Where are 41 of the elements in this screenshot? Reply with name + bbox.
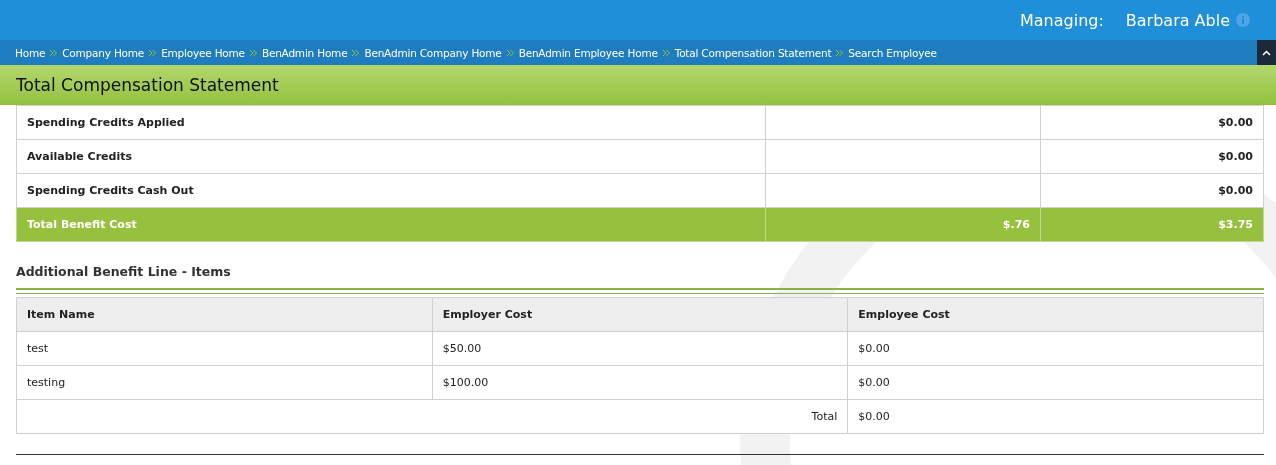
breadcrumb-link[interactable]: Home xyxy=(15,46,46,59)
separator-icon xyxy=(836,49,844,56)
column-header: Employer Cost xyxy=(432,297,848,332)
table-cell: Spending Credits Cash Out xyxy=(16,173,766,208)
table-cell: test xyxy=(16,331,433,366)
table-cell: Total Benefit Cost xyxy=(16,207,766,242)
table-cell: $0.00 xyxy=(847,365,1264,400)
managed-name: Barbara Able xyxy=(1125,10,1230,30)
table-cell: Spending Credits Applied xyxy=(16,105,766,140)
breadcrumb-link[interactable]: Employee Home xyxy=(161,46,245,59)
table-cell: $0.00 xyxy=(847,331,1264,366)
table-cell: $0.00 xyxy=(1040,139,1264,174)
breadcrumb-link[interactable]: Total Compensation Statement xyxy=(674,46,832,59)
caret-up-icon xyxy=(1262,49,1271,56)
breadcrumb-link[interactable]: Search Employee xyxy=(848,46,937,59)
table-cell: $.76 xyxy=(765,207,1041,242)
separator-icon xyxy=(249,49,257,56)
table-cell: $0.00 xyxy=(1040,173,1264,208)
separator-icon xyxy=(506,49,514,56)
table-cell: Total xyxy=(16,399,848,434)
breadcrumb-link[interactable]: BenAdmin Employee Home xyxy=(518,46,658,59)
column-header: Employee Cost xyxy=(847,297,1264,332)
table-cell: $100.00 xyxy=(432,365,848,400)
breadcrumb-link[interactable]: Company Home xyxy=(62,46,145,59)
separator-icon xyxy=(352,49,360,56)
table-cell: $0.00 xyxy=(1040,105,1264,140)
breadcrumb-link[interactable]: BenAdmin Home xyxy=(261,46,348,59)
page-title: Total Compensation Statement xyxy=(16,75,279,95)
table-cell: $3.75 xyxy=(1040,207,1264,242)
collapse-button[interactable] xyxy=(1257,40,1276,65)
column-header: Item Name xyxy=(16,297,433,332)
separator-icon xyxy=(50,49,58,56)
table-cell: Available Credits xyxy=(16,139,766,174)
separator-icon xyxy=(662,49,670,56)
table-cell: $50.00 xyxy=(432,331,848,366)
table-cell: testing xyxy=(16,365,433,400)
managing-label: Managing: xyxy=(1019,10,1104,30)
breadcrumb-link[interactable]: BenAdmin Company Home xyxy=(364,46,502,59)
table-cell: $0.00 xyxy=(847,399,1264,434)
separator-icon xyxy=(149,49,157,56)
section-title: Additional Benefit Line - Items xyxy=(16,264,232,279)
